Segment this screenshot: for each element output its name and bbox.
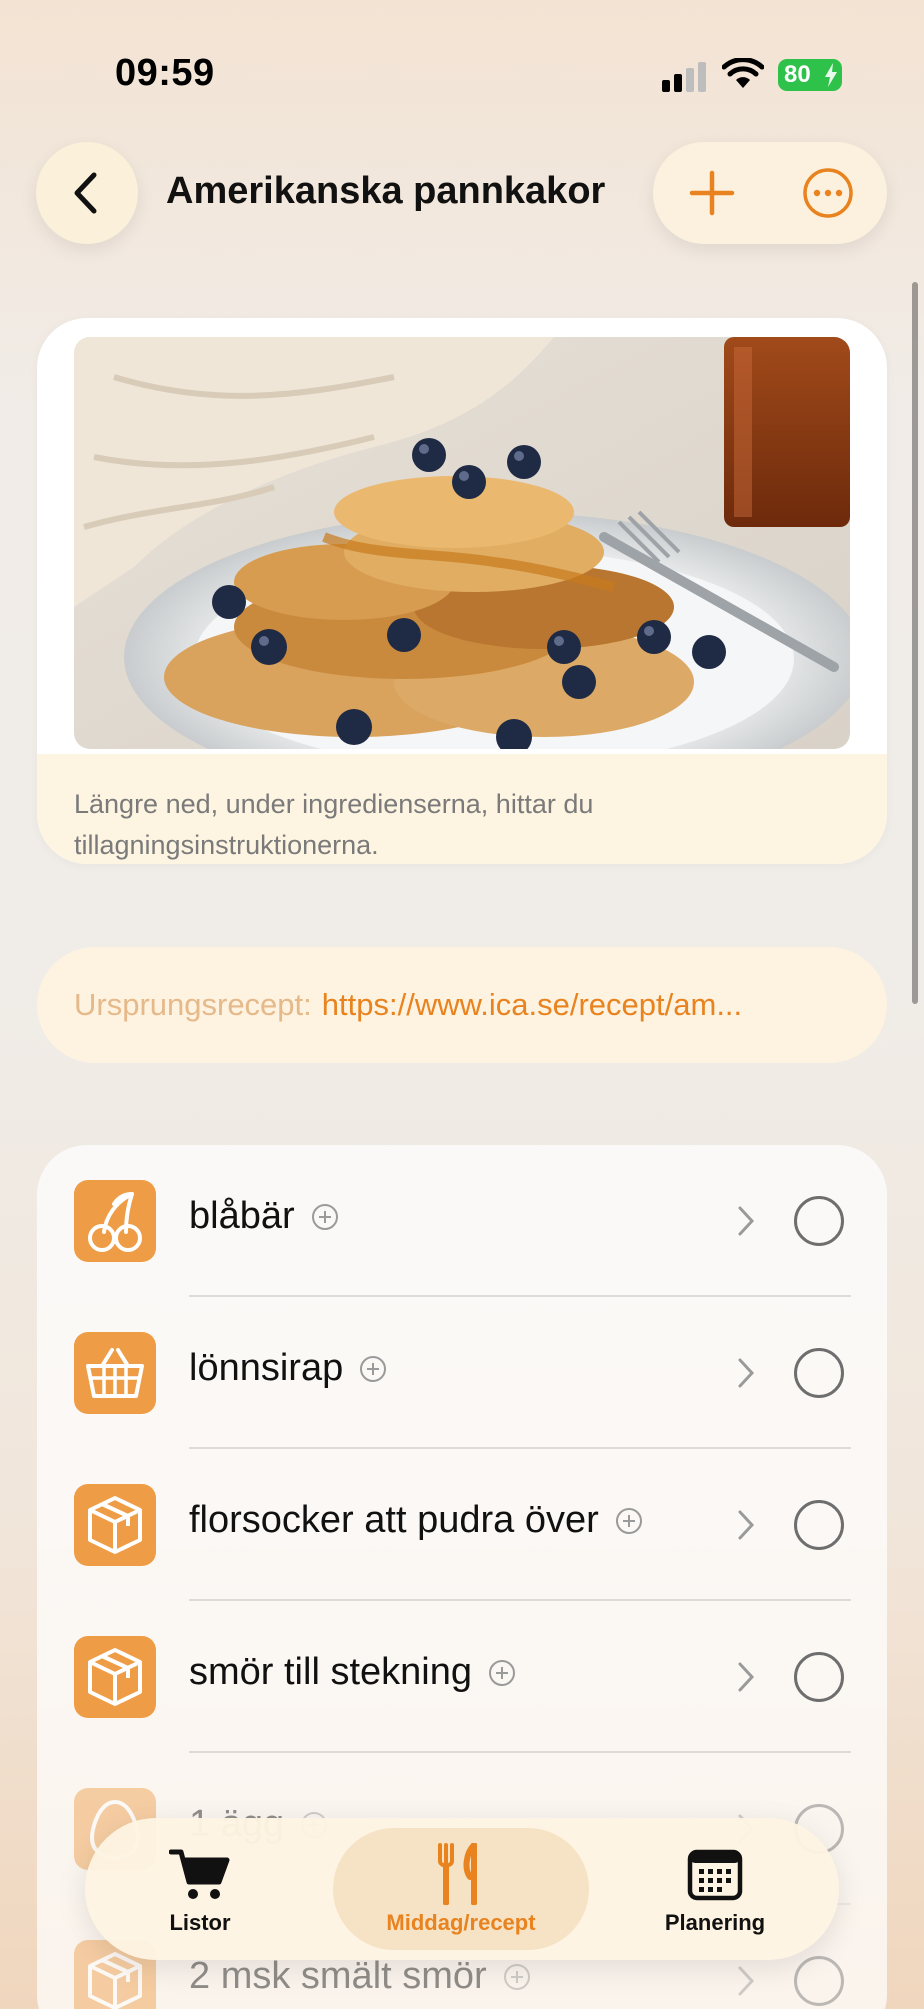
page-title: Amerikanska pannkakor <box>166 170 606 212</box>
source-recipe-card: Ursprungsrecept: https://www.ica.se/rece… <box>37 947 887 1063</box>
box-icon <box>74 1636 156 1718</box>
tab-planering[interactable]: Planering <box>635 1818 795 1960</box>
calendar-icon <box>684 1844 746 1904</box>
ingredient-row[interactable]: florsocker att pudra över <box>37 1449 887 1601</box>
charging-bolt-icon <box>825 63 837 87</box>
add-circle-icon[interactable] <box>488 1659 516 1687</box>
ingredient-row[interactable]: blåbär <box>37 1145 887 1297</box>
tab-bar: Listor Middag/recept Planering <box>85 1818 839 1960</box>
chevron-left-icon <box>74 172 97 214</box>
battery-level: 80 <box>784 61 811 88</box>
cutlery-icon <box>430 1843 492 1905</box>
ellipsis-circle-icon <box>803 168 853 218</box>
source-link[interactable]: https://www.ica.se/recept/am... <box>322 987 742 1023</box>
ingredient-row[interactable]: lönnsirap <box>37 1297 887 1449</box>
chevron-right-icon[interactable] <box>737 1965 755 1997</box>
tab-label: Listor <box>169 1910 231 1935</box>
ingredient-label: florsocker att pudra över <box>189 1499 643 1542</box>
battery-indicator: 80 <box>778 59 842 91</box>
tab-label: Planering <box>664 1910 766 1935</box>
nav-actions-group <box>653 142 887 244</box>
tab-middag-recept[interactable]: Middag/recept <box>333 1818 589 1960</box>
recipe-photo <box>74 337 850 749</box>
checkbox[interactable] <box>794 1500 844 1550</box>
chevron-right-icon[interactable] <box>737 1661 755 1693</box>
add-button[interactable] <box>681 162 743 224</box>
recipe-note: Längre ned, under ingredienserna, hittar… <box>37 754 887 864</box>
cherry-icon <box>74 1180 156 1262</box>
checkbox[interactable] <box>794 1196 844 1246</box>
cart-icon <box>169 1844 231 1904</box>
ingredient-label: 2 msk smält smör <box>189 1955 531 1998</box>
checkbox[interactable] <box>794 1956 844 2006</box>
scroll-indicator[interactable] <box>912 282 918 1004</box>
add-circle-icon[interactable] <box>311 1203 339 1231</box>
chevron-right-icon[interactable] <box>737 1357 755 1389</box>
basket-icon <box>74 1332 156 1414</box>
box-icon <box>74 1484 156 1566</box>
tab-listor[interactable]: Listor <box>125 1818 275 1960</box>
add-circle-icon[interactable] <box>359 1355 387 1383</box>
add-circle-icon[interactable] <box>615 1507 643 1535</box>
tab-label: Middag/recept <box>386 1910 536 1935</box>
wifi-icon <box>722 58 764 88</box>
more-options-button[interactable] <box>797 162 859 224</box>
status-bar: 09:59 80 <box>0 0 924 140</box>
status-time: 09:59 <box>115 52 215 94</box>
chevron-right-icon[interactable] <box>737 1205 755 1237</box>
checkbox[interactable] <box>794 1652 844 1702</box>
source-label: Ursprungsrecept: <box>74 987 312 1022</box>
chevron-right-icon[interactable] <box>737 1509 755 1541</box>
add-circle-icon[interactable] <box>503 1963 531 1991</box>
ingredient-label: blåbär <box>189 1195 339 1238</box>
ingredient-label: lönnsirap <box>189 1347 387 1390</box>
plus-icon <box>689 170 735 216</box>
cellular-signal-icon <box>662 62 706 92</box>
recipe-image-card: Längre ned, under ingredienserna, hittar… <box>37 318 887 864</box>
ingredient-row[interactable]: smör till stekning <box>37 1601 887 1753</box>
back-button[interactable] <box>36 142 138 244</box>
checkbox[interactable] <box>794 1348 844 1398</box>
ingredient-label: smör till stekning <box>189 1651 516 1694</box>
